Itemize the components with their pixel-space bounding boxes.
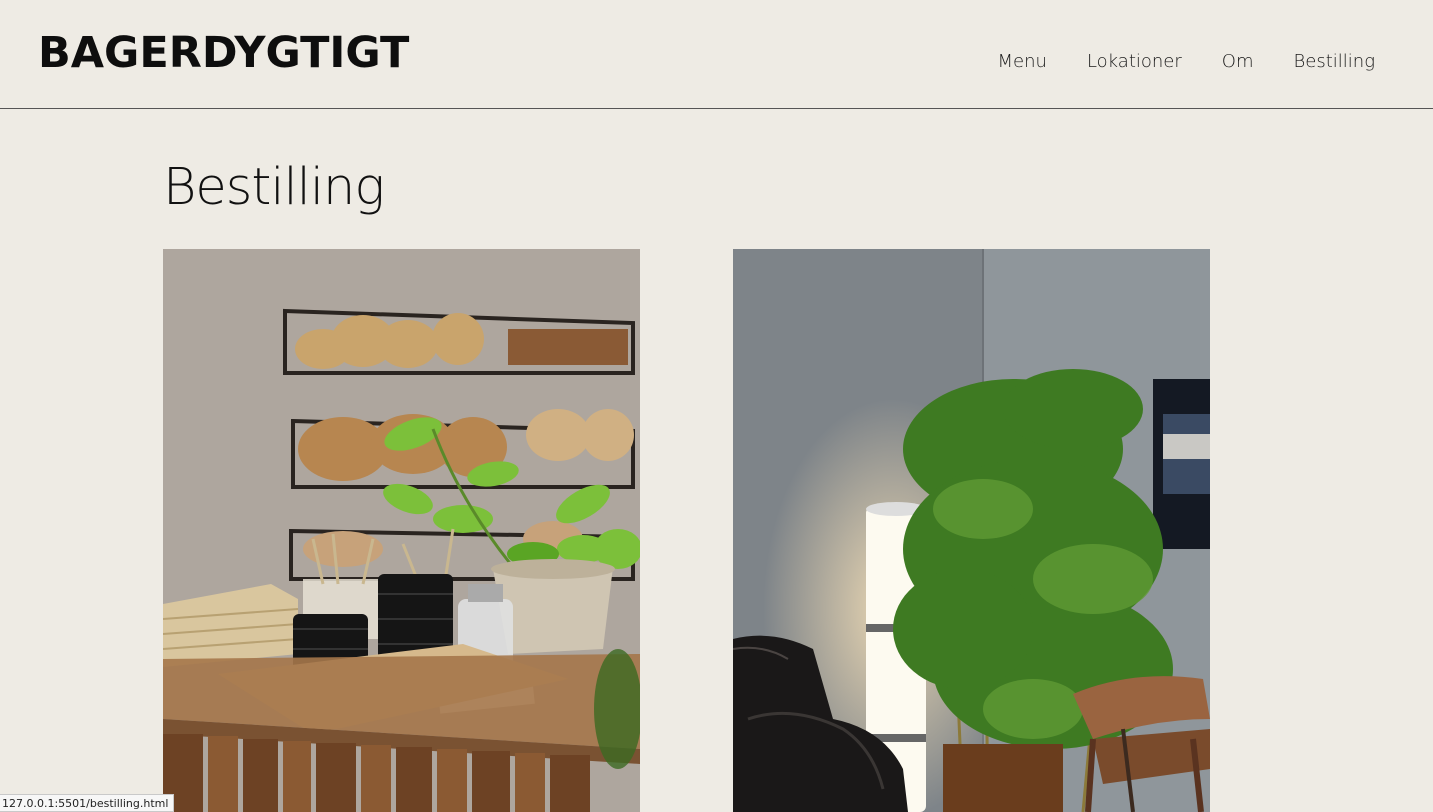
status-bar-url: 127.0.0.1:5501/bestilling.html xyxy=(0,794,175,812)
nav-item-bestilling[interactable]: Bestilling xyxy=(1293,51,1375,72)
page-title: Bestilling xyxy=(163,158,385,217)
nav-item-om[interactable]: Om xyxy=(1222,51,1254,72)
main-nav: Menu Lokationer Om Bestilling xyxy=(958,51,1375,72)
bakery-counter-photo xyxy=(163,249,640,812)
site-header: BAGERDYGTIGT Menu Lokationer Om Bestilli… xyxy=(0,0,1433,109)
lounge-corner-photo xyxy=(733,249,1210,812)
nav-item-lokationer[interactable]: Lokationer xyxy=(1087,51,1182,72)
brand-logo[interactable]: BAGERDYGTIGT xyxy=(38,28,409,78)
nav-item-menu[interactable]: Menu xyxy=(998,51,1047,72)
